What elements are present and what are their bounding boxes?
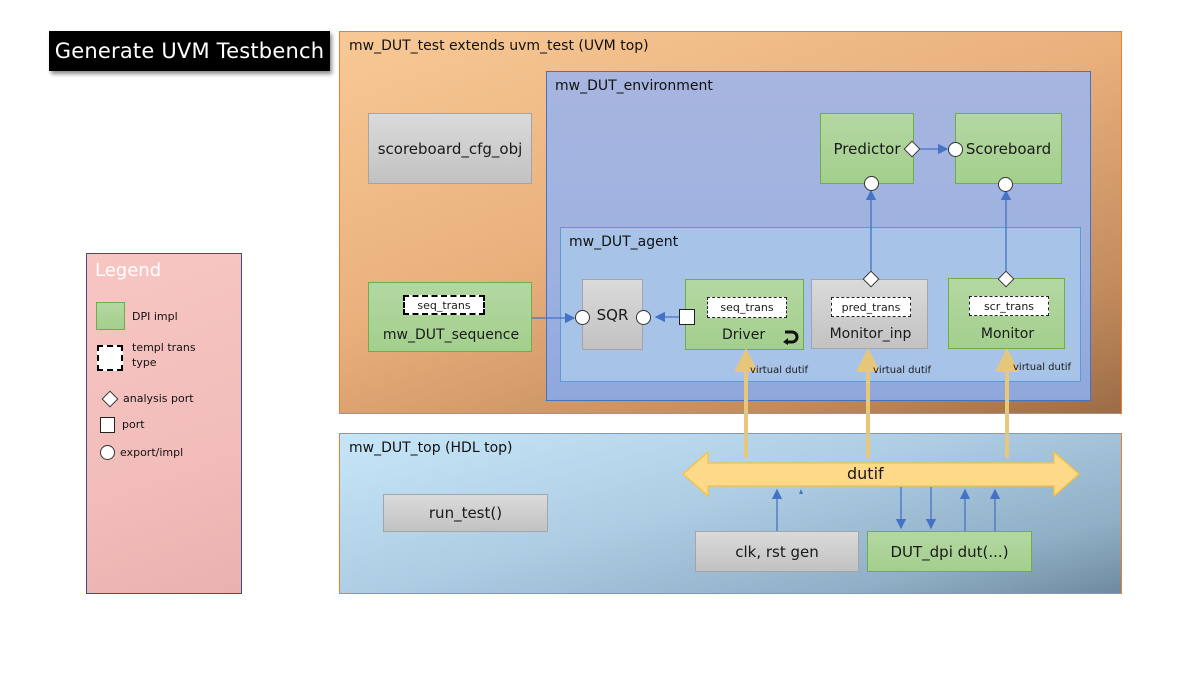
scoreboard-cfg-obj-label: scoreboard_cfg_obj <box>377 139 523 158</box>
legend-templ-label-1: templ trans <box>132 341 196 354</box>
legend-dpi-label: DPI impl <box>132 310 178 323</box>
scoreboard-export-icon <box>948 142 963 157</box>
scoreboard-bottom-export-icon <box>998 177 1013 192</box>
sqr-box[interactable]: SQR <box>582 279 643 350</box>
uvm-top-label: mw_DUT_test extends uvm_test (UVM top) <box>349 38 649 54</box>
predictor-box[interactable]: Predictor <box>820 113 914 184</box>
driver-label: Driver <box>722 327 766 343</box>
sqr-label: SQR <box>596 305 629 324</box>
dut-dpi-box[interactable]: DUT_dpi dut(...) <box>867 531 1032 572</box>
legend-dashed-swatch <box>97 345 123 371</box>
dutif-bus-label: dutif <box>847 464 884 483</box>
legend-export-label: export/impl <box>120 446 184 459</box>
clk-rst-gen-label: clk, rst gen <box>735 542 819 561</box>
legend-circle-icon <box>100 445 115 460</box>
monitor-inp-trans-box: pred_trans <box>831 297 911 317</box>
driver-port-icon <box>679 309 695 325</box>
driver-vif-label: virtual dutif <box>750 365 809 376</box>
driver-box[interactable]: seq_trans Driver <box>685 279 804 350</box>
monitor-label: Monitor <box>980 326 1035 342</box>
legend-panel: Legend DPI impl templ trans type analysi… <box>86 253 242 594</box>
dut-dpi-label: DUT_dpi dut(...) <box>890 542 1009 561</box>
sequence-trans-box: seq_trans <box>403 295 485 315</box>
predictor-label: Predictor <box>833 139 901 158</box>
monitor-box[interactable]: scr_trans Monitor <box>948 278 1065 349</box>
sequence-label: mw_DUT_sequence <box>382 327 520 343</box>
legend-square-icon <box>100 417 115 433</box>
agent-label: mw_DUT_agent <box>569 234 679 250</box>
scoreboard-cfg-obj-box[interactable]: scoreboard_cfg_obj <box>368 113 532 184</box>
predictor-export-icon <box>864 176 879 191</box>
hdl-top-label: mw_DUT_top (HDL top) <box>349 440 513 456</box>
run-test-label: run_test() <box>428 504 503 522</box>
legend-title: Legend <box>95 260 162 281</box>
loop-arrow-icon <box>783 330 799 345</box>
legend-diamond-icon <box>101 390 119 408</box>
run-test-box[interactable]: run_test() <box>383 494 548 532</box>
legend-analysis-port-label: analysis port <box>123 392 194 405</box>
monitor-vif-label: virtual dutif <box>1013 362 1072 373</box>
sqr-driver-export-icon <box>636 310 651 325</box>
driver-trans-box: seq_trans <box>707 297 787 318</box>
monitor-inp-box[interactable]: pred_trans Monitor_inp <box>811 279 928 349</box>
monitor-trans-box: scr_trans <box>969 296 1049 316</box>
sequence-box[interactable]: seq_trans mw_DUT_sequence <box>368 282 532 352</box>
legend-port-label: port <box>122 418 145 431</box>
legend-dpi-swatch <box>96 302 125 330</box>
clk-rst-gen-box[interactable]: clk, rst gen <box>695 531 859 572</box>
environment-label: mw_DUT_environment <box>555 78 713 94</box>
sqr-seq-export-icon <box>575 310 590 325</box>
generate-uvm-testbench-button[interactable]: Generate UVM Testbench <box>49 31 330 71</box>
scoreboard-box[interactable]: Scoreboard <box>955 113 1062 184</box>
monitor-inp-label: Monitor_inp <box>829 326 912 342</box>
legend-templ-label-2: type <box>132 356 157 369</box>
monitor-inp-vif-label: virtual dutif <box>873 365 932 376</box>
scoreboard-label: Scoreboard <box>965 139 1052 158</box>
